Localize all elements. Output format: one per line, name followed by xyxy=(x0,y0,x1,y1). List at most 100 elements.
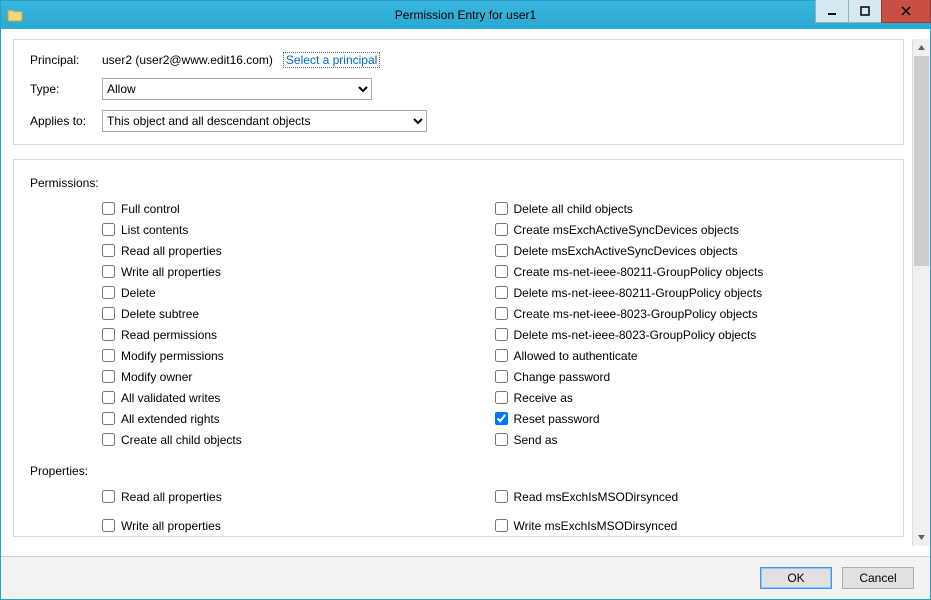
permission-row[interactable]: Read permissions xyxy=(102,324,495,345)
type-select[interactable]: Allow xyxy=(102,78,372,100)
window-frame: Permission Entry for user1 Principal: us… xyxy=(0,0,931,600)
window-title: Permission Entry for user1 xyxy=(1,8,930,22)
ok-button[interactable]: OK xyxy=(760,567,832,589)
permission-row[interactable]: Delete all child objects xyxy=(495,198,888,219)
permission-label: Create msExchActiveSyncDevices objects xyxy=(514,223,739,237)
permission-row[interactable]: Change password xyxy=(495,366,888,387)
close-button[interactable] xyxy=(881,0,931,23)
permission-row[interactable]: All validated writes xyxy=(102,387,495,408)
permission-row[interactable]: Modify permissions xyxy=(102,345,495,366)
permission-checkbox[interactable] xyxy=(102,412,115,425)
permission-checkbox[interactable] xyxy=(495,202,508,215)
permission-row[interactable]: Create ms-net-ieee-80211-GroupPolicy obj… xyxy=(495,261,888,282)
permission-label: List contents xyxy=(121,223,188,237)
applies-to-label: Applies to: xyxy=(30,114,102,128)
properties-columns: Read all propertiesWrite all properties … xyxy=(30,486,887,536)
scroll-up-button[interactable] xyxy=(913,39,930,56)
permission-row[interactable]: Write all properties xyxy=(102,261,495,282)
permission-checkbox[interactable] xyxy=(102,391,115,404)
scroll-thumb[interactable] xyxy=(914,56,929,266)
permission-row[interactable]: Create ms-net-ieee-8023-GroupPolicy obje… xyxy=(495,303,888,324)
principal-label: Principal: xyxy=(30,53,102,67)
select-principal-link[interactable]: Select a principal xyxy=(283,52,380,68)
permission-label: Write all properties xyxy=(121,265,221,279)
maximize-button[interactable] xyxy=(848,0,882,23)
permission-row[interactable]: Create msExchActiveSyncDevices objects xyxy=(495,219,888,240)
permission-checkbox[interactable] xyxy=(102,349,115,362)
permission-checkbox[interactable] xyxy=(102,370,115,383)
permission-row[interactable]: Delete ms-net-ieee-8023-GroupPolicy obje… xyxy=(495,324,888,345)
permission-checkbox[interactable] xyxy=(102,433,115,446)
permission-checkbox[interactable] xyxy=(102,328,115,341)
permission-label: Receive as xyxy=(514,391,573,405)
type-label: Type: xyxy=(30,82,102,96)
scroll-down-button[interactable] xyxy=(913,529,930,546)
permission-row[interactable]: Delete xyxy=(102,282,495,303)
property-row[interactable]: Write msExchIsMSODirsynced xyxy=(495,515,888,536)
permission-checkbox[interactable] xyxy=(495,223,508,236)
permission-label: Delete msExchActiveSyncDevices objects xyxy=(514,244,738,258)
permission-checkbox[interactable] xyxy=(495,349,508,362)
permission-label: Full control xyxy=(121,202,180,216)
permission-row[interactable]: Modify owner xyxy=(102,366,495,387)
applies-to-select[interactable]: This object and all descendant objects xyxy=(102,110,427,132)
permission-label: Allowed to authenticate xyxy=(514,349,638,363)
permissions-columns: Full control List contents Read all proper… xyxy=(30,198,887,450)
permission-label: Reset password xyxy=(514,412,600,426)
permission-checkbox[interactable] xyxy=(495,391,508,404)
permission-checkbox[interactable] xyxy=(102,307,115,320)
permission-row[interactable]: Delete ms-net-ieee-80211-GroupPolicy obj… xyxy=(495,282,888,303)
permission-checkbox[interactable] xyxy=(495,244,508,257)
property-label: Read msExchIsMSODirsynced xyxy=(514,490,679,504)
permission-row[interactable]: Send as xyxy=(495,429,888,450)
permission-checkbox[interactable] xyxy=(495,265,508,278)
permissions-panel: Permissions: Full control List contents Re… xyxy=(13,159,904,537)
properties-column-right: Read msExchIsMSODirsynced Write msExchIsM… xyxy=(495,486,888,536)
cancel-button[interactable]: Cancel xyxy=(842,567,914,589)
permission-row[interactable]: Create all child objects xyxy=(102,429,495,450)
permission-checkbox[interactable] xyxy=(495,370,508,383)
property-checkbox[interactable] xyxy=(495,490,508,503)
permission-label: Send as xyxy=(514,433,558,447)
vertical-scrollbar[interactable] xyxy=(912,39,930,546)
permission-checkbox[interactable] xyxy=(495,328,508,341)
titlebar[interactable]: Permission Entry for user1 xyxy=(1,1,930,29)
permission-label: Read all properties xyxy=(121,244,222,258)
permission-label: Read permissions xyxy=(121,328,217,342)
window-buttons xyxy=(815,1,930,29)
property-row[interactable]: Read msExchIsMSODirsynced xyxy=(495,486,888,507)
permission-row[interactable]: Allowed to authenticate xyxy=(495,345,888,366)
scroll-track[interactable] xyxy=(913,56,930,529)
permission-row[interactable]: Read all properties xyxy=(102,240,495,261)
permission-checkbox[interactable] xyxy=(102,286,115,299)
permission-row[interactable]: Delete subtree xyxy=(102,303,495,324)
property-checkbox[interactable] xyxy=(102,490,115,503)
permission-checkbox[interactable] xyxy=(102,244,115,257)
permission-checkbox[interactable] xyxy=(495,286,508,299)
permission-row[interactable]: Full control xyxy=(102,198,495,219)
permissions-section-label: Permissions: xyxy=(30,176,887,190)
permission-label: Delete ms-net-ieee-80211-GroupPolicy obj… xyxy=(514,286,763,300)
footer: OK Cancel xyxy=(1,556,930,599)
property-row[interactable]: Read all properties xyxy=(102,486,495,507)
minimize-button[interactable] xyxy=(815,0,849,23)
permission-row[interactable]: All extended rights xyxy=(102,408,495,429)
permission-label: Modify owner xyxy=(121,370,192,384)
property-checkbox[interactable] xyxy=(102,519,115,532)
permission-row[interactable]: Reset password xyxy=(495,408,888,429)
folder-icon xyxy=(7,7,23,23)
permission-row[interactable]: Delete msExchActiveSyncDevices objects xyxy=(495,240,888,261)
permission-checkbox[interactable] xyxy=(495,307,508,320)
property-row[interactable]: Write all properties xyxy=(102,515,495,536)
permission-checkbox[interactable] xyxy=(495,433,508,446)
permission-checkbox[interactable] xyxy=(102,202,115,215)
permissions-column-right: Delete all child objects Create msExchAct… xyxy=(495,198,888,450)
permission-row[interactable]: Receive as xyxy=(495,387,888,408)
permission-row[interactable]: List contents xyxy=(102,219,495,240)
permission-checkbox[interactable] xyxy=(102,265,115,278)
property-checkbox[interactable] xyxy=(495,519,508,532)
principal-value: user2 (user2@www.edit16.com) xyxy=(102,53,273,67)
permission-checkbox[interactable] xyxy=(102,223,115,236)
permission-label: Modify permissions xyxy=(121,349,224,363)
permission-checkbox[interactable] xyxy=(495,412,508,425)
